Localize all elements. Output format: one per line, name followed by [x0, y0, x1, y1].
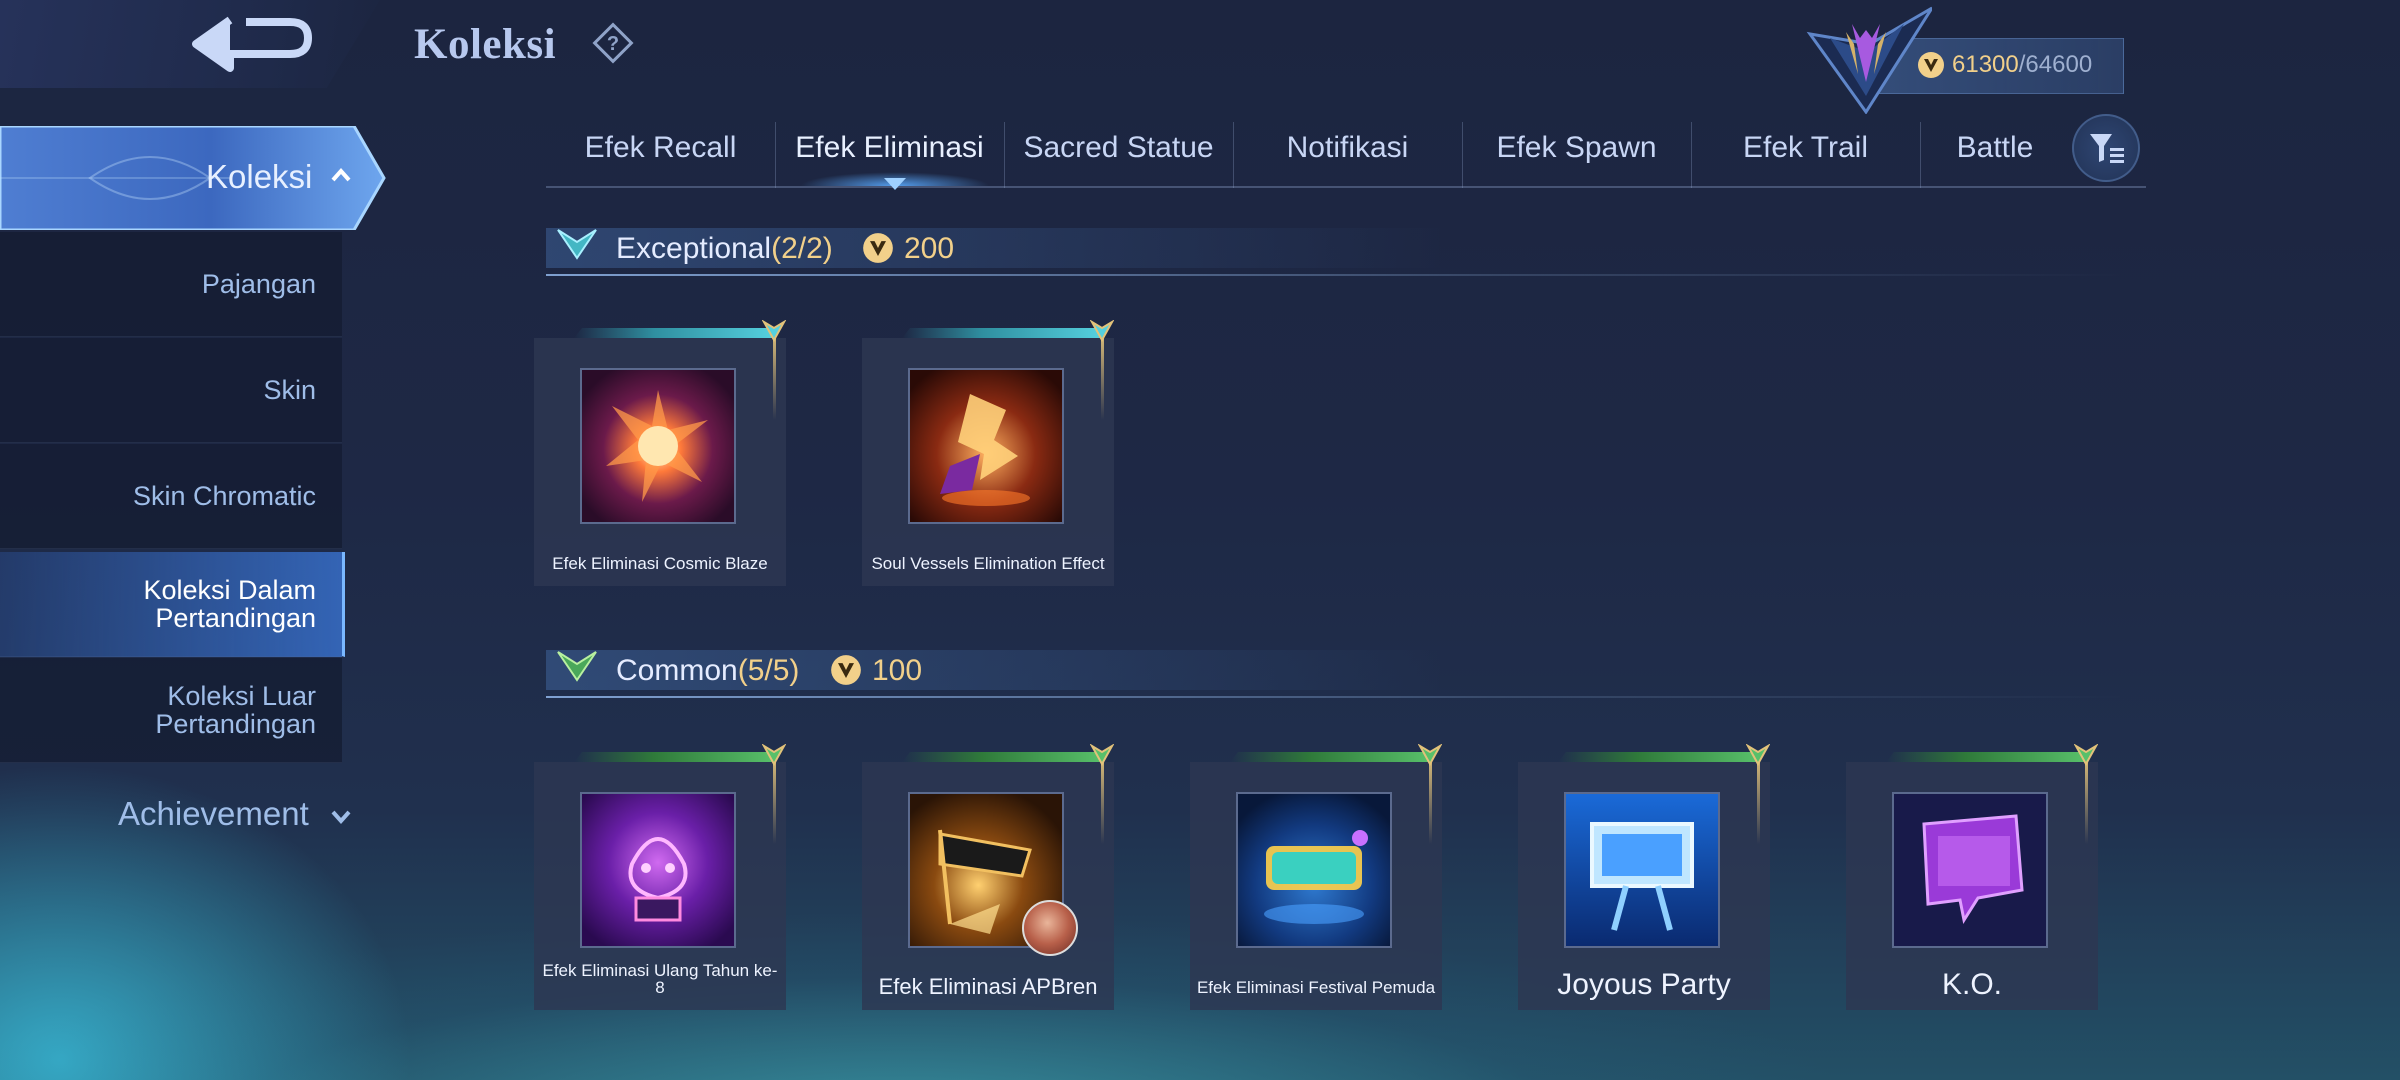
ulang-tahun-icon: [582, 794, 734, 946]
rank-emblem-icon: [1806, 6, 1932, 114]
item-card-ulang-tahun[interactable]: Efek Eliminasi Ulang Tahun ke-8: [534, 744, 786, 1010]
rarity-ribbon: [1558, 744, 1780, 844]
points-total: 64600: [2025, 51, 2093, 78]
sidebar-item-label: Koleksi Luar Pertandingan: [155, 681, 316, 739]
item-name: Efek Eliminasi APBren: [878, 974, 1098, 999]
tab-battle[interactable]: Battle: [1920, 116, 2070, 180]
section-name: Exceptional: [616, 232, 772, 265]
item-card-festival-pemuda[interactable]: Efek Eliminasi Festival Pemuda: [1190, 744, 1442, 1010]
sidebar-group-achievement[interactable]: Achievement: [118, 795, 309, 833]
soul-vessels-icon: [910, 370, 1062, 522]
sidebar-group-koleksi[interactable]: [0, 126, 386, 230]
section-title-common: Common(5/5): [616, 654, 799, 688]
tab-efek-eliminasi[interactable]: Efek Eliminasi: [775, 116, 1004, 180]
item-name: Efek Eliminasi Cosmic Blaze: [552, 554, 768, 573]
section-count: (2/2): [771, 232, 833, 265]
filter-icon: [2090, 134, 2124, 163]
rarity-ribbon: [1886, 744, 2108, 844]
help-button[interactable]: ?: [592, 22, 634, 64]
soul-vessels-thumbnail: [908, 368, 1064, 524]
item-card-joyous-party[interactable]: Joyous Party: [1518, 744, 1770, 1010]
filter-button[interactable]: [2072, 114, 2140, 182]
cosmic-blaze-icon: [582, 370, 734, 522]
coin-icon: [1918, 52, 1944, 78]
sidebar-item-label: Koleksi Dalam Pertandingan: [143, 575, 316, 633]
tab-efek-recall[interactable]: Efek Recall: [546, 116, 775, 180]
section-points: 200: [904, 232, 955, 265]
festival-pemuda-thumbnail: [1236, 792, 1392, 948]
points-current: 61300: [1952, 51, 2019, 78]
tab-efek-trail[interactable]: Efek Trail: [1691, 116, 1920, 180]
hero-avatar: [1022, 900, 1078, 956]
sidebar-item-label: Skin: [263, 375, 316, 405]
question-diamond-icon: ?: [592, 22, 634, 64]
section-title-exceptional: Exceptional(2/2): [616, 232, 833, 266]
sidebar-item-skin[interactable]: Skin: [0, 338, 342, 443]
rarity-ribbon: [902, 320, 1124, 420]
tab-underline: [546, 186, 2146, 188]
back-button[interactable]: [190, 14, 320, 78]
sidebar-item-label: Skin Chromatic: [132, 481, 316, 511]
rarity-gem-icon: [2074, 744, 2098, 766]
common-rank-icon: [557, 651, 597, 682]
rarity-gem-icon: [1418, 744, 1442, 766]
rarity-gem-icon: [1746, 744, 1770, 766]
item-name: Soul Vessels Elimination Effect: [871, 554, 1105, 573]
sidebar-item-label: Pajangan: [201, 269, 316, 299]
rarity-gem-icon: [1090, 744, 1114, 766]
rarity-gem-icon: [762, 320, 786, 342]
sidebar-group-label: Koleksi: [206, 158, 313, 195]
back-arrow-icon: [192, 16, 312, 72]
collection-points: 61300/64600: [1952, 50, 2092, 80]
tab-sacred-statue[interactable]: Sacred Statue: [1004, 116, 1233, 180]
exceptional-rank-icon: [557, 229, 597, 260]
ko-bubble-icon: [1894, 794, 2046, 946]
tab-active-marker-icon: [884, 178, 906, 190]
rarity-ribbon: [574, 320, 796, 420]
item-card-ko[interactable]: K.O.: [1846, 744, 2098, 1010]
section-name: Common: [616, 654, 738, 687]
section-points: 100: [872, 654, 923, 687]
item-name: Joyous Party: [1557, 968, 1731, 1001]
tab-efek-spawn[interactable]: Efek Spawn: [1462, 116, 1691, 180]
ulang-tahun-thumbnail: [580, 792, 736, 948]
svg-text:?: ?: [607, 33, 619, 55]
item-card-cosmic-blaze[interactable]: Efek Eliminasi Cosmic Blaze: [534, 320, 786, 586]
sidebar-item-koleksi-dalam-pertandingan[interactable]: Koleksi Dalam Pertandingan: [0, 552, 345, 657]
ko-festival-icon: [1238, 794, 1390, 946]
rarity-gem-icon: [762, 744, 786, 766]
rarity-ribbon: [1230, 744, 1452, 844]
rarity-ribbon: [574, 744, 796, 844]
rarity-gem-icon: [1090, 320, 1114, 342]
sidebar-item-skin-chromatic[interactable]: Skin Chromatic: [0, 444, 342, 549]
chevron-down-icon: [331, 810, 351, 825]
ko-thumbnail: [1892, 792, 2048, 948]
cosmic-blaze-thumbnail: [580, 368, 736, 524]
coin-icon: [863, 233, 893, 263]
tab-notifikasi[interactable]: Notifikasi: [1233, 116, 1462, 180]
tab-bar: Efek Recall Efek Eliminasi Sacred Statue…: [546, 116, 2146, 188]
page-title: Koleksi: [414, 21, 557, 68]
ko-sign-icon: [1566, 794, 1718, 946]
item-name: Efek Eliminasi Festival Pemuda: [1196, 978, 1436, 997]
sidebar-item-koleksi-luar-pertandingan[interactable]: Koleksi Luar Pertandingan: [0, 658, 342, 763]
section-divider: [546, 696, 2126, 698]
rarity-ribbon: [902, 744, 1124, 844]
item-name: Efek Eliminasi Ulang Tahun ke-8: [542, 961, 778, 997]
coin-icon: [831, 655, 861, 685]
item-card-apbren[interactable]: Efek Eliminasi APBren: [862, 744, 1114, 1010]
item-name: K.O.: [1941, 968, 2002, 1001]
sidebar-item-pajangan[interactable]: Pajangan: [0, 232, 342, 337]
section-divider: [546, 274, 2126, 276]
item-card-soul-vessels[interactable]: Soul Vessels Elimination Effect: [862, 320, 1114, 586]
section-count: (5/5): [737, 654, 800, 687]
joyous-party-thumbnail: [1564, 792, 1720, 948]
chevron-up-icon: [331, 167, 351, 182]
